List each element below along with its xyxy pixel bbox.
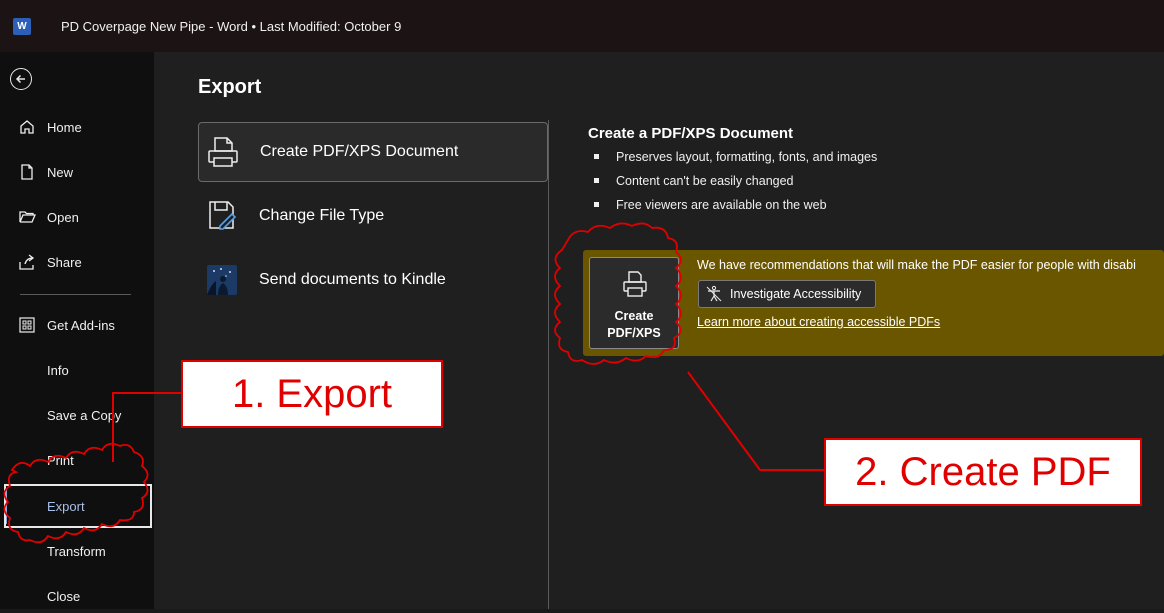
sidebar-item-label: Transform bbox=[47, 543, 106, 559]
feature-item: Preserves layout, formatting, fonts, and… bbox=[590, 149, 877, 173]
option-label: Create PDF/XPS Document bbox=[260, 143, 459, 160]
option-create-pdf-xps[interactable]: Create PDF/XPS Document bbox=[198, 122, 548, 182]
sidebar-item-print[interactable]: Print bbox=[0, 443, 154, 477]
sidebar-item-export[interactable]: Export bbox=[0, 489, 154, 523]
home-icon bbox=[18, 118, 36, 136]
accessibility-recommendation-text: We have recommendations that will make t… bbox=[697, 258, 1136, 272]
sidebar-item-new[interactable]: New bbox=[0, 155, 154, 189]
annotation-callout-export: 1. Export bbox=[181, 360, 443, 428]
sidebar-item-label: Get Add-ins bbox=[47, 317, 115, 333]
option-label: Send documents to Kindle bbox=[259, 271, 446, 288]
create-pdf-xps-button[interactable]: Create PDF/XPS bbox=[589, 257, 679, 349]
folder-open-icon bbox=[18, 208, 36, 226]
sidebar-divider bbox=[20, 294, 131, 295]
kindle-icon bbox=[204, 262, 240, 298]
change-file-type-icon bbox=[204, 198, 240, 234]
sidebar-item-label: Print bbox=[47, 452, 74, 468]
sidebar-item-label: Export bbox=[47, 498, 85, 514]
sidebar-item-label: Share bbox=[47, 254, 82, 270]
investigate-accessibility-button[interactable]: Investigate Accessibility bbox=[698, 280, 876, 308]
sidebar-item-open[interactable]: Open bbox=[0, 200, 154, 234]
backstage-sidebar: Home New Open Share Get Add-ins Info Sav… bbox=[0, 52, 154, 609]
sidebar-item-close[interactable]: Close bbox=[0, 579, 154, 613]
sidebar-item-label: Save a Copy bbox=[47, 407, 122, 423]
sidebar-item-label: Info bbox=[47, 362, 69, 378]
option-change-file-type[interactable]: Change File Type bbox=[198, 186, 548, 246]
page-title: Export bbox=[198, 76, 262, 98]
new-document-icon bbox=[18, 163, 36, 181]
export-pane: Export Create PDF/XPS Document Change Fi… bbox=[154, 52, 1164, 609]
options-divider bbox=[548, 120, 549, 609]
create-button-label: Create PDF/XPS bbox=[607, 309, 661, 340]
feature-item: Content can't be easily changed bbox=[590, 173, 877, 197]
investigate-label: Investigate Accessibility bbox=[730, 287, 862, 301]
learn-more-link[interactable]: Learn more about creating accessible PDF… bbox=[697, 315, 940, 329]
sidebar-item-home[interactable]: Home bbox=[0, 110, 154, 144]
option-label: Change File Type bbox=[259, 207, 385, 224]
back-arrow-icon[interactable] bbox=[10, 68, 32, 90]
sidebar-item-transform[interactable]: Transform bbox=[0, 534, 154, 568]
sidebar-item-info[interactable]: Info bbox=[0, 353, 154, 387]
detail-title: Create a PDF/XPS Document bbox=[588, 125, 794, 142]
sidebar-item-label: Open bbox=[47, 209, 79, 225]
sidebar-item-get-add-ins[interactable]: Get Add-ins bbox=[0, 308, 154, 342]
document-title: PD Coverpage New Pipe - Word • Last Modi… bbox=[61, 19, 402, 34]
feature-list: Preserves layout, formatting, fonts, and… bbox=[590, 149, 877, 221]
printer-icon bbox=[623, 270, 647, 300]
sidebar-item-save-a-copy[interactable]: Save a Copy bbox=[0, 398, 154, 432]
option-send-to-kindle[interactable]: Send documents to Kindle bbox=[198, 250, 548, 310]
accessibility-icon bbox=[705, 285, 723, 303]
feature-item: Free viewers are available on the web bbox=[590, 197, 877, 221]
sidebar-item-label: Home bbox=[47, 119, 82, 135]
sidebar-item-share[interactable]: Share bbox=[0, 245, 154, 279]
title-bar: W PD Coverpage New Pipe - Word • Last Mo… bbox=[0, 0, 1164, 52]
share-icon bbox=[18, 253, 36, 271]
sidebar-item-label: Close bbox=[47, 588, 81, 604]
add-ins-grid-icon bbox=[18, 316, 36, 334]
sidebar-item-label: New bbox=[47, 164, 74, 180]
word-app-icon: W bbox=[13, 18, 31, 35]
annotation-callout-create-pdf: 2. Create PDF bbox=[824, 438, 1142, 506]
pdf-document-icon bbox=[205, 134, 241, 170]
